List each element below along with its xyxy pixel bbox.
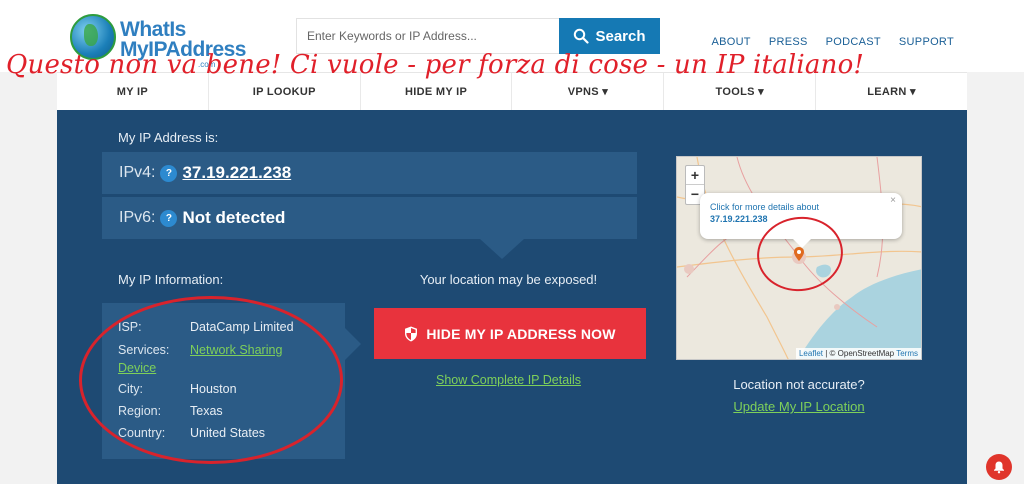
annotation-ellipse-info — [79, 296, 343, 464]
zoom-in-button[interactable]: + — [686, 166, 704, 185]
link-support[interactable]: SUPPORT — [899, 36, 954, 48]
link-podcast[interactable]: PODCAST — [826, 36, 881, 48]
hide-ip-button-label: HIDE MY IP ADDRESS NOW — [426, 325, 616, 342]
ipv6-label: IPv6: — [119, 209, 156, 226]
panel-pointer — [480, 239, 524, 259]
help-icon[interactable]: ? — [160, 209, 178, 227]
popup-text: Click for more details about — [710, 202, 820, 212]
ipv4-label: IPv4: — [119, 164, 156, 181]
link-about[interactable]: ABOUT — [711, 36, 750, 48]
ipv4-row: IPv4: ? 37.19.221.238 — [102, 152, 637, 194]
annotation-text: Questo non va bene! Ci vuole - per forza… — [6, 50, 865, 80]
terms-link[interactable]: Terms — [896, 349, 918, 358]
shield-icon — [405, 326, 418, 341]
ip-heading: My IP Address is: — [118, 130, 219, 145]
search-button-label: Search — [595, 27, 646, 45]
popup-close-icon[interactable]: × — [890, 195, 896, 206]
leaflet-link[interactable]: Leaflet — [799, 349, 823, 358]
search-input[interactable] — [296, 18, 560, 54]
search-button[interactable]: Search — [559, 18, 660, 54]
info-pointer — [345, 328, 361, 360]
search-icon — [574, 28, 590, 44]
exposed-warning: Your location may be exposed! — [419, 272, 598, 287]
map-attribution: Leaflet | © OpenStreetMap Terms — [795, 348, 921, 359]
link-press[interactable]: PRESS — [769, 36, 808, 48]
ipv6-value: Not detected — [182, 208, 286, 227]
attribution-sep: | © OpenStreetMap — [823, 349, 897, 358]
bell-icon — [994, 461, 1004, 474]
hide-ip-button[interactable]: HIDE MY IP ADDRESS NOW — [374, 308, 646, 359]
ipv4-value[interactable]: 37.19.221.238 — [182, 163, 291, 183]
help-icon[interactable]: ? — [160, 164, 178, 182]
show-details-link[interactable]: Show Complete IP Details — [372, 373, 645, 387]
ipv6-row: IPv6: ? Not detected — [102, 197, 637, 239]
search-bar: Search — [296, 18, 660, 54]
info-heading: My IP Information: — [118, 272, 224, 287]
update-location-link[interactable]: Update My IP Location — [676, 399, 922, 414]
notification-button[interactable] — [986, 454, 1012, 480]
location-question: Location not accurate? — [733, 377, 865, 392]
top-links: ABOUT PRESS PODCAST SUPPORT — [711, 36, 954, 48]
